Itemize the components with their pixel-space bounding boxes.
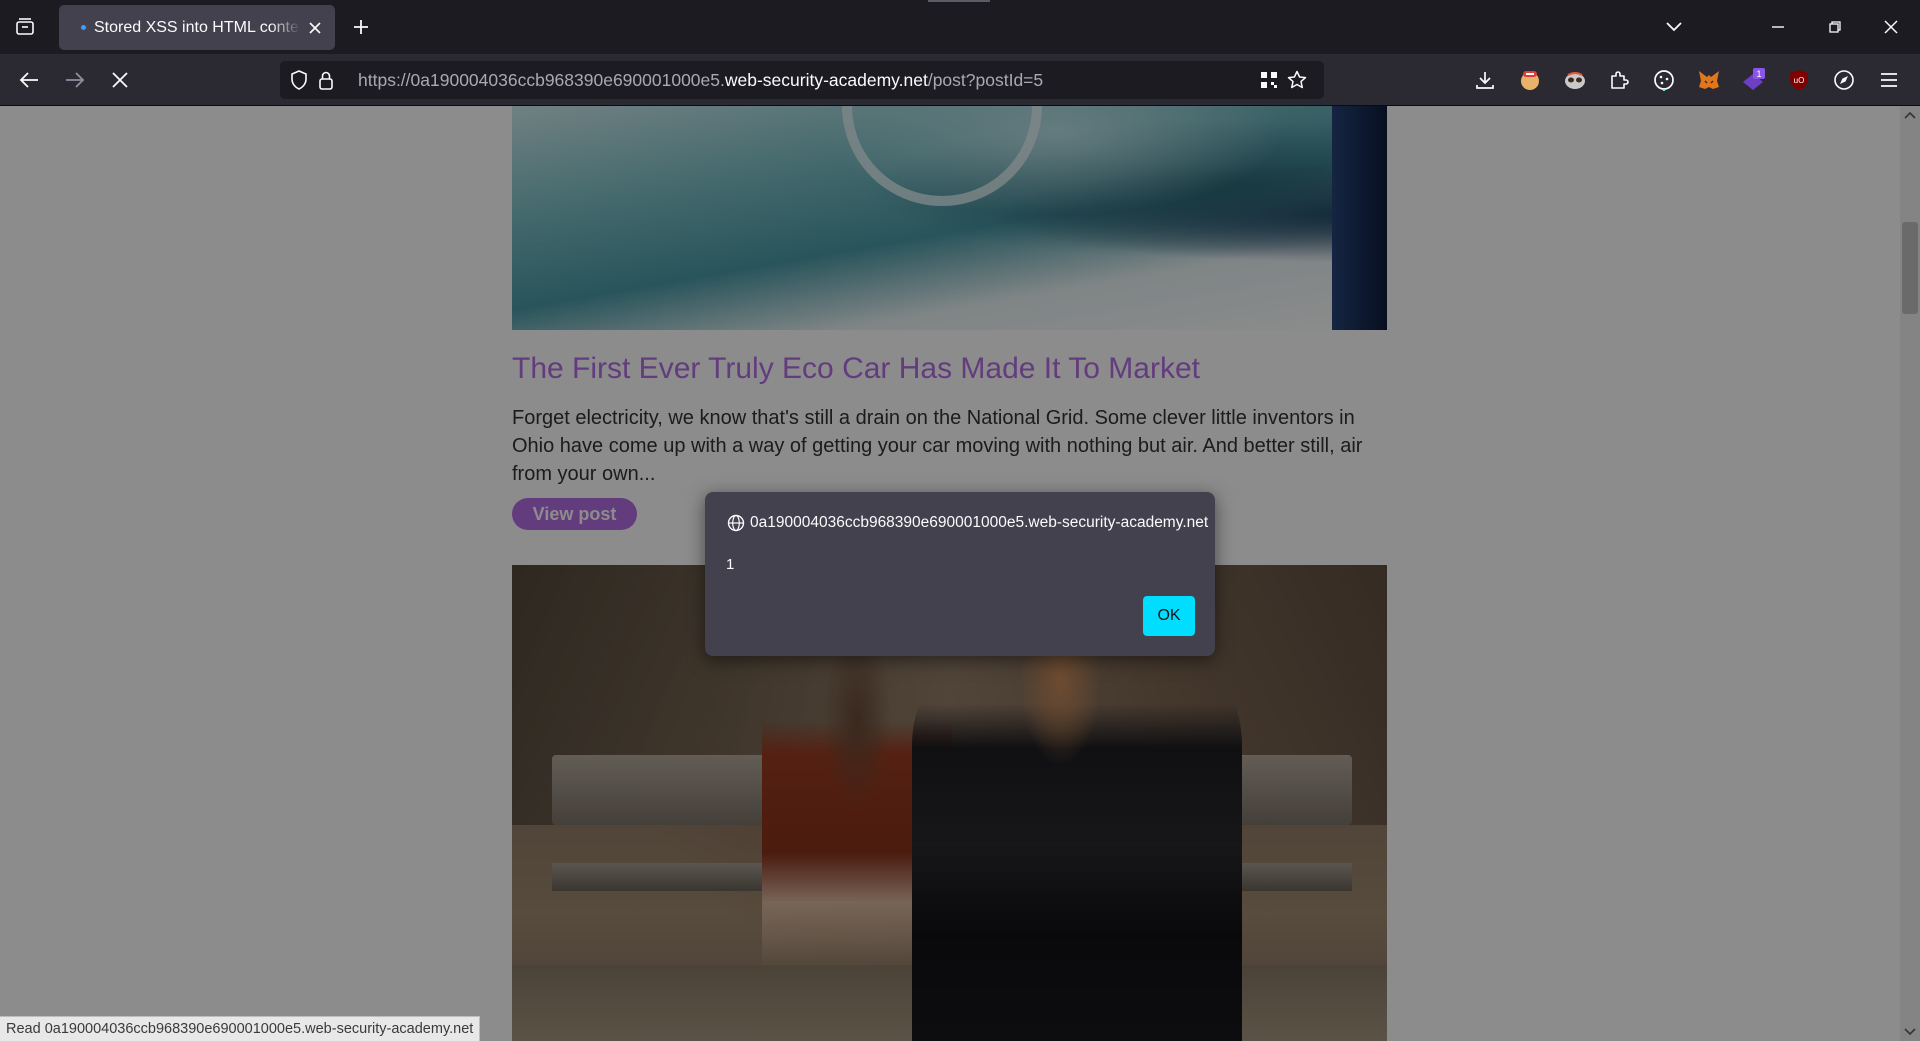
shield-icon[interactable] xyxy=(288,69,310,91)
dialog-origin-text: 0a190004036ccb968390e690001000e5.web-sec… xyxy=(750,514,1209,531)
ublock-label: uO xyxy=(1794,76,1805,85)
tab-active[interactable]: Stored XSS into HTML context with nothin… xyxy=(59,5,335,50)
notification-extension-icon[interactable]: 1 xyxy=(1740,66,1768,94)
status-bar: Read 0a190004036ccb968390e690001000e5.we… xyxy=(0,1016,481,1041)
alert-dialog: 0a190004036ccb968390e690001000e5.web-sec… xyxy=(705,492,1215,656)
qr-code-icon[interactable] xyxy=(1258,69,1280,91)
drag-indicator xyxy=(928,0,990,2)
url-text: https://0a190004036ccb968390e690001000e5… xyxy=(358,61,1043,99)
url-path: /post?postId=5 xyxy=(927,70,1044,90)
restore-button[interactable] xyxy=(1815,8,1855,46)
loading-dot-icon xyxy=(81,25,86,30)
cookie-editor-extension-icon[interactable] xyxy=(1650,66,1678,94)
tab-overflow-chevron-icon[interactable] xyxy=(1654,8,1694,46)
menu-icon[interactable] xyxy=(1875,66,1903,94)
address-bar[interactable]: https://0a190004036ccb968390e690001000e5… xyxy=(280,61,1324,99)
navigation-toolbar: https://0a190004036ccb968390e690001000e5… xyxy=(0,54,1920,106)
notification-badge: 1 xyxy=(1756,69,1761,79)
forward-button[interactable] xyxy=(57,62,93,98)
url-prefix: https://0a190004036ccb968390e690001000e5… xyxy=(358,70,725,90)
adblock-extension-icon[interactable] xyxy=(1516,66,1544,94)
stop-loading-button[interactable] xyxy=(102,62,138,98)
dialog-origin: 0a190004036ccb968390e690001000e5.web-sec… xyxy=(726,513,1208,533)
ublock-origin-extension-icon[interactable]: uO xyxy=(1785,66,1813,94)
privacy-badger-extension-icon[interactable] xyxy=(1561,66,1589,94)
dialog-message: 1 xyxy=(726,556,735,573)
downloads-icon[interactable] xyxy=(1471,66,1499,94)
back-button[interactable] xyxy=(11,62,47,98)
star-icon[interactable] xyxy=(1286,69,1308,91)
minimize-button[interactable] xyxy=(1758,8,1798,46)
close-window-button[interactable] xyxy=(1871,8,1911,46)
list-all-tabs-icon[interactable] xyxy=(8,10,42,44)
extensions-puzzle-icon[interactable] xyxy=(1605,66,1633,94)
globe-icon xyxy=(726,513,746,533)
new-tab-button[interactable] xyxy=(346,12,376,42)
metamask-extension-icon[interactable] xyxy=(1695,66,1723,94)
tab-title: Stored XSS into HTML context with nothin… xyxy=(94,18,301,36)
compass-extension-icon[interactable] xyxy=(1830,66,1858,94)
ok-button[interactable]: OK xyxy=(1143,596,1195,636)
close-tab-icon[interactable] xyxy=(305,18,325,38)
lock-icon[interactable] xyxy=(315,69,337,91)
url-host: web-security-academy.net xyxy=(724,70,928,90)
tab-strip: Stored XSS into HTML context with nothin… xyxy=(0,0,1920,54)
